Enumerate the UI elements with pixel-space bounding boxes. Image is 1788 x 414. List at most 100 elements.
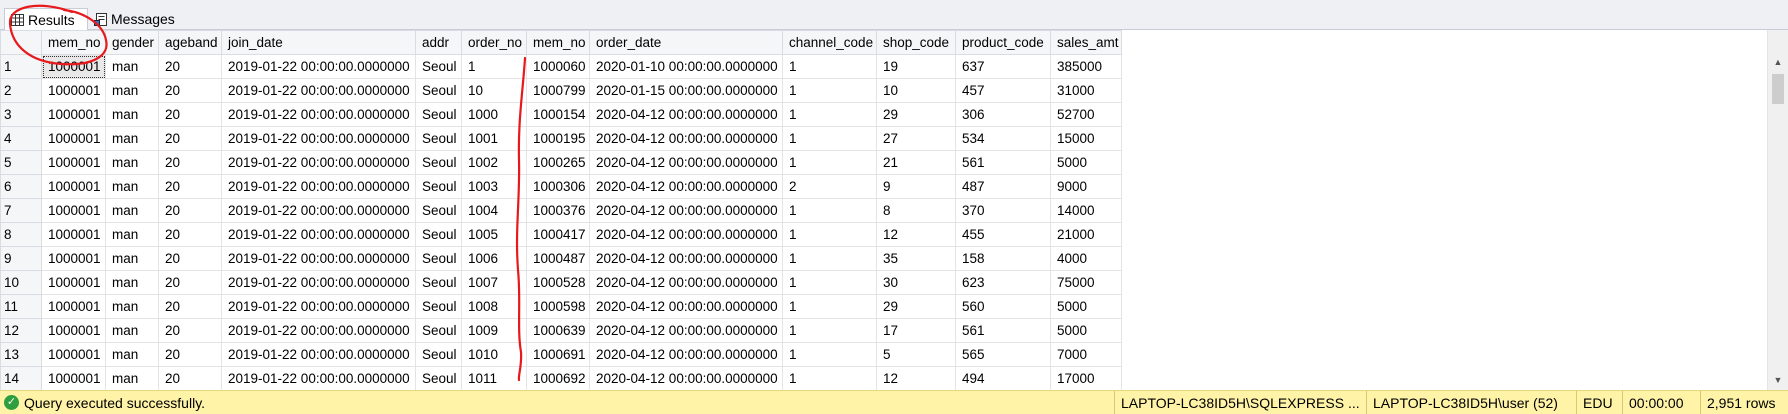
grid-cell[interactable]: 8 — [876, 198, 956, 223]
grid-cell[interactable]: 29 — [876, 294, 956, 319]
grid-cell[interactable]: 1 — [782, 342, 877, 367]
table-row[interactable]: 10 1000001 man 20 2019-01-22 00:00:00.000000… — [0, 270, 1122, 295]
grid-cell[interactable]: 306 — [955, 102, 1051, 127]
grid-cell[interactable]: man — [105, 174, 159, 199]
grid-cell[interactable]: Seoul — [415, 126, 462, 151]
grid-cell[interactable]: 623 — [955, 270, 1051, 295]
grid-cell[interactable]: 20 — [158, 342, 222, 367]
grid-cell[interactable]: 487 — [955, 174, 1051, 199]
grid-cell[interactable]: Seoul — [415, 102, 462, 127]
grid-cell[interactable]: 2020-04-12 00:00:00.0000000 — [589, 246, 783, 271]
grid-cell[interactable]: 2020-04-12 00:00:00.0000000 — [589, 150, 783, 175]
grid-cell[interactable]: man — [105, 126, 159, 151]
grid-cell[interactable]: 1 — [782, 270, 877, 295]
grid-cell[interactable]: 20 — [158, 102, 222, 127]
grid-cell[interactable]: 20 — [158, 366, 222, 390]
column-header[interactable]: join_date — [221, 30, 416, 55]
column-header[interactable]: mem_no — [526, 30, 590, 55]
grid-cell[interactable]: 1000001 — [41, 150, 106, 175]
grid-cell[interactable]: man — [105, 294, 159, 319]
grid-cell[interactable]: 1000417 — [526, 222, 590, 247]
grid-cell[interactable]: 2019-01-22 00:00:00.0000000 — [221, 54, 416, 79]
grid-cell[interactable]: 17000 — [1050, 366, 1122, 390]
grid-cell[interactable]: man — [105, 270, 159, 295]
grid-cell[interactable]: 20 — [158, 318, 222, 343]
grid-cell[interactable]: 385000 — [1050, 54, 1122, 79]
scroll-down-icon[interactable]: ▼ — [1768, 370, 1788, 390]
grid-cell[interactable]: 14000 — [1050, 198, 1122, 223]
grid-cell[interactable]: 1000001 — [41, 54, 106, 79]
grid-cell[interactable]: 370 — [955, 198, 1051, 223]
table-row[interactable]: 4 1000001 man 20 2019-01-22 00:00:00.0000000… — [0, 126, 1122, 151]
row-number[interactable]: 8 — [0, 222, 42, 247]
grid-cell[interactable]: 1011 — [461, 366, 527, 390]
grid-cell[interactable]: 10 — [876, 78, 956, 103]
column-header[interactable]: order_no — [461, 30, 527, 55]
grid-cell[interactable]: 1009 — [461, 318, 527, 343]
grid-cell[interactable]: 1 — [782, 294, 877, 319]
grid-cell[interactable]: 20 — [158, 198, 222, 223]
grid-cell[interactable]: Seoul — [415, 318, 462, 343]
grid-cell[interactable]: Seoul — [415, 270, 462, 295]
grid-cell[interactable]: 1 — [461, 54, 527, 79]
grid-cell[interactable]: 1000001 — [41, 78, 106, 103]
grid-cell[interactable]: 12 — [876, 366, 956, 390]
grid-cell[interactable]: 1000487 — [526, 246, 590, 271]
grid-cell[interactable]: 1000306 — [526, 174, 590, 199]
grid-cell[interactable]: 2020-04-12 00:00:00.0000000 — [589, 126, 783, 151]
grid-cell[interactable]: 561 — [955, 150, 1051, 175]
grid-cell[interactable]: 1 — [782, 54, 877, 79]
table-row[interactable]: 12 1000001 man 20 2019-01-22 00:00:00.000000… — [0, 318, 1122, 343]
grid-cell[interactable]: 1000639 — [526, 318, 590, 343]
grid-cell[interactable]: 1008 — [461, 294, 527, 319]
grid-cell[interactable]: Seoul — [415, 222, 462, 247]
grid-cell[interactable]: 1000598 — [526, 294, 590, 319]
grid-cell[interactable]: Seoul — [415, 342, 462, 367]
grid-cell[interactable]: 2020-01-15 00:00:00.0000000 — [589, 78, 783, 103]
grid-cell[interactable]: 1000528 — [526, 270, 590, 295]
table-row[interactable]: 5 1000001 man 20 2019-01-22 00:00:00.0000000… — [0, 150, 1122, 175]
row-number[interactable]: 4 — [0, 126, 42, 151]
grid-cell[interactable]: man — [105, 342, 159, 367]
grid-cell[interactable]: 2019-01-22 00:00:00.0000000 — [221, 78, 416, 103]
grid-cell[interactable]: 31000 — [1050, 78, 1122, 103]
grid-cell[interactable]: 1 — [782, 126, 877, 151]
row-number[interactable]: 9 — [0, 246, 42, 271]
grid-cell[interactable]: 1000691 — [526, 342, 590, 367]
grid-cell[interactable]: 20 — [158, 126, 222, 151]
grid-cell[interactable]: 21000 — [1050, 222, 1122, 247]
grid-cell[interactable]: 534 — [955, 126, 1051, 151]
grid-cell[interactable]: man — [105, 150, 159, 175]
grid-cell[interactable]: 1000001 — [41, 294, 106, 319]
row-number[interactable]: 6 — [0, 174, 42, 199]
grid-cell[interactable]: 1000154 — [526, 102, 590, 127]
vertical-scrollbar[interactable]: ▲ ▼ — [1767, 30, 1788, 390]
grid-cell[interactable]: 1000265 — [526, 150, 590, 175]
grid-cell[interactable]: 1002 — [461, 150, 527, 175]
column-header[interactable]: order_date — [589, 30, 783, 55]
grid-cell[interactable]: man — [105, 318, 159, 343]
grid-cell[interactable]: 560 — [955, 294, 1051, 319]
grid-cell[interactable]: 1 — [782, 222, 877, 247]
grid-cell[interactable]: 2 — [782, 174, 877, 199]
grid-cell[interactable]: 2019-01-22 00:00:00.0000000 — [221, 102, 416, 127]
grid-cell[interactable]: 1004 — [461, 198, 527, 223]
column-header[interactable]: ageband — [158, 30, 222, 55]
grid-cell[interactable]: 75000 — [1050, 270, 1122, 295]
grid-cell[interactable]: 2020-04-12 00:00:00.0000000 — [589, 198, 783, 223]
grid-cell[interactable]: 1 — [782, 366, 877, 390]
scroll-up-icon[interactable]: ▲ — [1768, 52, 1788, 72]
grid-cell[interactable]: 2020-04-12 00:00:00.0000000 — [589, 222, 783, 247]
grid-cell[interactable]: Seoul — [415, 174, 462, 199]
grid-cell[interactable]: 2019-01-22 00:00:00.0000000 — [221, 126, 416, 151]
column-header[interactable]: gender — [105, 30, 159, 55]
column-header[interactable]: sales_amt — [1050, 30, 1122, 55]
grid-cell[interactable]: 1000001 — [41, 246, 106, 271]
grid-cell[interactable]: 455 — [955, 222, 1051, 247]
grid-cell[interactable]: 1005 — [461, 222, 527, 247]
grid-cell[interactable]: man — [105, 54, 159, 79]
grid-cell[interactable]: man — [105, 78, 159, 103]
grid-cell[interactable]: 1 — [782, 318, 877, 343]
grid-cell[interactable]: 12 — [876, 222, 956, 247]
column-header[interactable]: shop_code — [876, 30, 956, 55]
